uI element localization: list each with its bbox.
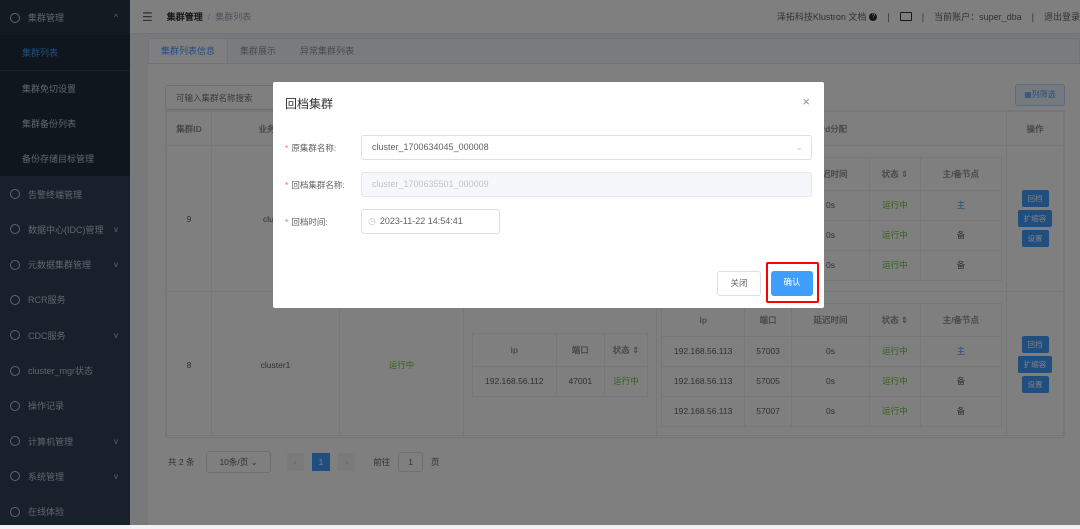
rollback-time-label: * 回档时间: bbox=[285, 217, 328, 227]
highlight-box bbox=[766, 262, 819, 303]
close-button[interactable]: 关闭 bbox=[717, 271, 761, 296]
rollback-cluster-label: * 回档集群名称: bbox=[285, 180, 345, 190]
rollback-cluster-label-text: 回档集群名称: bbox=[291, 180, 345, 190]
close-icon[interactable]: × bbox=[802, 94, 810, 109]
rollback-cluster-name-field: cluster_1700635501_000009 bbox=[361, 172, 812, 197]
chevron-down-icon: ⌄ bbox=[795, 142, 803, 152]
rollback-time-label-text: 回档时间: bbox=[291, 217, 328, 227]
rollback-time-value: 2023-11-22 14:54:41 bbox=[379, 216, 463, 226]
source-cluster-select[interactable]: cluster_1700634045_000008 ⌄ bbox=[361, 135, 812, 160]
source-cluster-label-text: 原集群名称: bbox=[291, 143, 337, 153]
source-cluster-value: cluster_1700634045_000008 bbox=[372, 142, 489, 152]
dialog-title: 回档集群 bbox=[285, 97, 334, 111]
rollback-cluster-dialog: 回档集群 × * 原集群名称: cluster_1700634045_000008… bbox=[273, 82, 824, 308]
rollback-time-picker[interactable]: ◷ 2023-11-22 14:54:41 bbox=[361, 209, 500, 234]
clock-icon: ◷ bbox=[368, 216, 376, 226]
source-cluster-label: * 原集群名称: bbox=[285, 143, 337, 153]
